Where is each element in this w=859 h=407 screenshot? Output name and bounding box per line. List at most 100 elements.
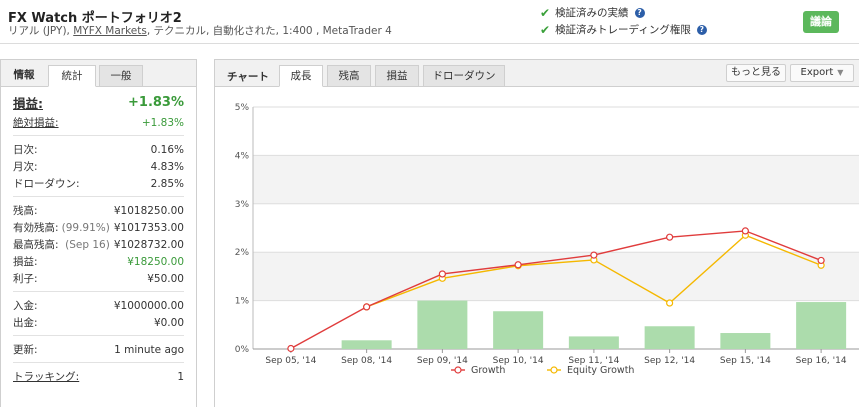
deposits-row: 入金: ¥1000000.00 xyxy=(13,297,184,314)
profit-value: ¥18250.00 xyxy=(127,255,184,268)
bar xyxy=(720,333,771,349)
help-icon[interactable]: ? xyxy=(634,7,645,18)
abs-gain-label[interactable]: 絶対損益: xyxy=(13,115,59,130)
chart-grid xyxy=(252,106,859,350)
export-label: Export xyxy=(800,67,834,78)
divider xyxy=(13,135,184,136)
tracking-value: 1 xyxy=(177,370,184,383)
subtitle-suffix: , テクニカル, 自動化された, 1:400 , MetaTrader 4 xyxy=(146,25,392,37)
y-tick-label: 0% xyxy=(235,345,250,355)
x-tick-label: Sep 09, '14 xyxy=(417,356,468,366)
verified-trading-privileges-label: 検証済みトレーディング権限 xyxy=(555,24,691,36)
chart-band xyxy=(253,155,859,204)
check-icon: ✔ xyxy=(540,22,551,37)
more-button[interactable]: もっと見る xyxy=(726,64,786,82)
stats-panel: 情報 統計 一般 損益: +1.83% 絶対損益: +1.83% 日次: 0.1… xyxy=(0,59,197,407)
y-tick-label: 1% xyxy=(235,297,250,307)
bar xyxy=(568,336,619,349)
updated-row: 更新: 1 minute ago xyxy=(13,341,184,358)
drawdown-value: 2.85% xyxy=(150,177,184,190)
divider xyxy=(13,291,184,292)
discuss-button[interactable]: 議論 xyxy=(803,11,839,33)
profit-row: 損益: ¥18250.00 xyxy=(13,253,184,270)
x-tick-label: Sep 05, '14 xyxy=(265,356,316,366)
chart-panel: チャート 成長 残高 損益 ドローダウン もっと見る Export ▼ 0% 1% 2… xyxy=(214,59,859,407)
bar xyxy=(796,302,847,349)
monthly-row: 月次: 4.83% xyxy=(13,158,184,175)
drawdown-row: ドローダウン: 2.85% xyxy=(13,175,184,192)
check-icon: ✔ xyxy=(540,5,551,20)
legend-marker xyxy=(454,366,462,374)
legend-label: Growth xyxy=(471,365,505,376)
updated-label: 更新: xyxy=(13,344,38,356)
series-point xyxy=(590,251,598,259)
legend-marker xyxy=(550,366,558,374)
profit-label: 損益: xyxy=(13,256,38,268)
bar xyxy=(417,300,468,349)
abs-gain-row: 絶対損益: +1.83% xyxy=(13,114,184,131)
updated-value: 1 minute ago xyxy=(114,343,184,356)
header: FX Watch ポートフォリオ2 リアル (JPY), MYFX Market… xyxy=(0,0,859,44)
tracking-label[interactable]: トラッキング: xyxy=(13,369,79,384)
chart-bands xyxy=(253,155,859,301)
bar xyxy=(644,326,695,349)
chevron-down-icon: ▼ xyxy=(837,68,844,77)
tracking-row: トラッキング: 1 xyxy=(13,368,184,385)
subtitle-prefix: リアル (JPY), xyxy=(8,25,74,37)
verified-trading-privileges: ✔ 検証済みトレーディング権限 ? xyxy=(540,22,707,37)
tab-balance[interactable]: 残高 xyxy=(327,65,371,87)
help-icon[interactable]: ? xyxy=(696,24,707,35)
interest-value: ¥50.00 xyxy=(147,272,184,285)
x-tick-label: Sep 08, '14 xyxy=(341,356,392,366)
deposits-label: 入金: xyxy=(13,300,38,312)
divider xyxy=(13,335,184,336)
tab-general[interactable]: 一般 xyxy=(99,65,143,87)
bar xyxy=(493,311,544,349)
stats-panel-tabs: 情報 統計 一般 xyxy=(1,60,196,87)
monthly-label: 月次: xyxy=(13,161,38,173)
balance-label: 残高: xyxy=(13,205,38,217)
withdrawals-label: 出金: xyxy=(13,317,38,329)
chart-panel-tabs: チャート 成長 残高 損益 ドローダウン もっと見る Export ▼ xyxy=(215,60,859,87)
y-tick-label: 2% xyxy=(235,248,250,258)
divider xyxy=(13,196,184,197)
tab-drawdown[interactable]: ドローダウン xyxy=(423,65,505,87)
equity-percent: (99.91%) xyxy=(61,221,110,234)
growth-chart: 0% 1% 2% 3% 4% 5% Sep 05, '14 Sep 08, '14 Sep 0… xyxy=(235,103,859,376)
gain-row: 損益: +1.83% xyxy=(13,90,184,114)
x-axis-ticks: Sep 05, '14 Sep 08, '14 Sep 09, '14 Sep 10,… xyxy=(265,349,847,366)
series-point xyxy=(666,299,674,307)
bar xyxy=(341,340,392,349)
interest-label: 利子: xyxy=(13,273,38,285)
x-tick-label: Sep 12, '14 xyxy=(644,356,695,366)
legend-label: Equity Growth xyxy=(567,365,634,376)
y-tick-label: 4% xyxy=(235,151,250,161)
tab-profit[interactable]: 損益 xyxy=(375,65,419,87)
series-point xyxy=(817,256,825,265)
chart-panel-label: チャート xyxy=(227,71,269,83)
tab-growth[interactable]: 成長 xyxy=(279,65,323,87)
divider xyxy=(13,362,184,363)
highest-balance-label: 最高残高: xyxy=(13,239,59,251)
export-button[interactable]: Export ▼ xyxy=(790,64,854,82)
gain-label[interactable]: 損益: xyxy=(13,93,43,112)
deposits-value: ¥1000000.00 xyxy=(113,299,184,312)
withdrawals-value: ¥0.00 xyxy=(153,316,184,329)
x-tick-label: Sep 15, '14 xyxy=(720,356,771,366)
balance-row: 残高: ¥1018250.00 xyxy=(13,202,184,219)
tab-info[interactable]: 情報 xyxy=(9,65,39,87)
balance-value: ¥1018250.00 xyxy=(113,204,184,217)
broker-link[interactable]: MYFX Markets xyxy=(73,25,147,37)
verified-track-record: ✔ 検証済みの実績 ? xyxy=(540,5,645,20)
equity-row: 有効残高: (99.91%) ¥1017353.00 xyxy=(13,219,184,236)
equity-label: 有効残高: xyxy=(13,222,59,234)
series-point xyxy=(514,261,522,269)
chart-bars xyxy=(341,300,847,349)
account-subtitle: リアル (JPY), MYFX Markets, テクニカル, 自動化された, … xyxy=(8,23,392,38)
y-tick-label: 5% xyxy=(235,103,250,113)
x-tick-label: Sep 16, '14 xyxy=(796,356,847,366)
series-point xyxy=(666,233,674,241)
tab-stats[interactable]: 統計 xyxy=(48,65,96,87)
series-point xyxy=(363,303,371,311)
abs-gain-value: +1.83% xyxy=(141,116,184,129)
